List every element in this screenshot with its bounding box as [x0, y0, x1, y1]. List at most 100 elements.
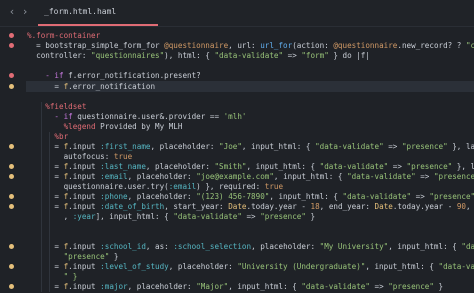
- code-token: true: [264, 182, 284, 191]
- code-token: "Joe": [219, 142, 242, 151]
- code-line[interactable]: %fieldset: [27, 102, 86, 112]
- warning-marker-icon[interactable]: [9, 284, 14, 289]
- code-token: =>: [369, 282, 389, 291]
- code-token: , placeholder:: [127, 172, 197, 181]
- code-line[interactable]: = f.input :phone, placeholder: "(123) 45…: [27, 192, 474, 202]
- code-token: =: [27, 192, 64, 201]
- code-line[interactable]: %.form-container: [27, 31, 100, 41]
- code-token: - if: [27, 112, 78, 121]
- code-token: %fieldset: [27, 102, 87, 111]
- code-token: , input_html: {: [365, 262, 439, 271]
- code-token: "(123) 456-7890": [196, 192, 270, 201]
- code-line[interactable]: = f.input :first_name, placeholder: "Joe…: [27, 142, 474, 152]
- error-marker-icon[interactable]: [9, 33, 14, 38]
- code-token: "Smith": [214, 162, 247, 171]
- code-token: .today.year -: [246, 202, 311, 211]
- code-line[interactable]: = f.error_notification: [27, 82, 155, 92]
- code-token: .input: [68, 192, 101, 201]
- code-line[interactable]: - if f.error_notification.present?: [27, 71, 201, 81]
- code-token: 'mlh': [223, 112, 247, 121]
- warning-marker-icon[interactable]: [9, 164, 14, 169]
- code-token: (action:: [292, 41, 334, 50]
- code-token: , placeholder:: [127, 192, 197, 201]
- code-token: .input: [68, 282, 101, 291]
- code-token: "presence": [63, 252, 110, 261]
- code-token: "questionnaires": [91, 51, 165, 60]
- code-token: ,: [228, 41, 238, 50]
- code-token: , start_year:: [164, 202, 229, 211]
- code-token: , placeholder:: [150, 142, 220, 151]
- code-token: "presence": [429, 192, 474, 201]
- code-token: :year: [72, 212, 96, 221]
- code-line[interactable]: %legend Provided by My MLH: [27, 122, 183, 132]
- code-line[interactable]: , :year], input_html: { "data-validate" …: [27, 212, 316, 222]
- code-token: = bootstrap_simple_form_for: [27, 41, 165, 50]
- code-token: }: [433, 282, 444, 291]
- code-token: :last_name: [100, 162, 146, 171]
- code-token: "data-validate": [173, 212, 242, 221]
- code-line[interactable]: " }: [27, 272, 78, 282]
- code-line[interactable]: questionnaire.user.try(:email) }, requir…: [27, 182, 283, 192]
- code-token: , order: [: [466, 202, 471, 211]
- code-token: , placeholder:: [168, 262, 238, 271]
- code-token: =>: [388, 162, 407, 171]
- code-line[interactable]: = bootstrap_simple_form_for @questionnai…: [27, 41, 474, 51]
- code-token: "data-validate": [347, 172, 416, 181]
- warning-marker-icon[interactable]: [9, 174, 14, 179]
- code-token: , placeholder:: [127, 282, 197, 291]
- tab-bar: ‹ › _form.html.haml: [0, 0, 474, 27]
- code-token: =: [27, 142, 64, 151]
- code-line[interactable]: = f.input :date_of_birth, start_year: Da…: [27, 202, 474, 212]
- code-token: "data-validate": [342, 192, 412, 201]
- code-line[interactable]: = f.input :last_name, placeholder: "Smit…: [27, 162, 474, 172]
- code-token: .new_record? ?: [397, 41, 466, 50]
- code-line[interactable]: controller: "questionnaires"), html: { "…: [27, 51, 370, 61]
- code-token: @questionnaire: [333, 41, 398, 50]
- code-editor[interactable]: %.form-container = bootstrap_simple_form…: [27, 26, 474, 293]
- warning-marker-icon[interactable]: [9, 264, 14, 269]
- code-token: "presence": [401, 142, 448, 151]
- code-token: .input: [68, 172, 101, 181]
- code-token: , input_html: {: [269, 192, 343, 201]
- code-token: =: [27, 172, 64, 181]
- code-token: url_for: [255, 41, 293, 50]
- code-token: url:: [237, 41, 256, 50]
- error-marker-icon[interactable]: [9, 73, 14, 78]
- code-token: =: [27, 282, 64, 291]
- code-line[interactable]: = f.input :school_id, as: :school_select…: [27, 242, 474, 252]
- chevron-right-icon[interactable]: ›: [19, 6, 31, 18]
- code-token: :major: [100, 282, 128, 291]
- code-token: =: [27, 262, 64, 271]
- code-token: :school_selection: [173, 242, 252, 251]
- code-token: }: [109, 252, 119, 261]
- code-line[interactable]: - if questionnaire.user&.provider == 'ml…: [27, 112, 246, 122]
- code-token: :email: [100, 172, 128, 181]
- code-token: "data-validate": [319, 162, 389, 171]
- code-token: =: [27, 242, 64, 251]
- code-token: .provider ==: [164, 112, 224, 121]
- code-token: =: [27, 82, 64, 91]
- warning-marker-icon[interactable]: [9, 194, 14, 199]
- warning-marker-icon[interactable]: [9, 244, 14, 249]
- code-token: "Major": [196, 282, 229, 291]
- code-token: :first_name: [100, 142, 151, 151]
- code-line[interactable]: = f.input :major, placeholder: "Major", …: [27, 282, 443, 292]
- warning-marker-icon[interactable]: [9, 144, 14, 149]
- warning-marker-icon[interactable]: [9, 84, 14, 89]
- code-token: , input_html: {: [241, 142, 316, 151]
- warning-marker-icon[interactable]: [9, 204, 14, 209]
- chevron-left-icon[interactable]: ‹: [6, 6, 18, 18]
- code-token: :level_of_study: [100, 262, 169, 271]
- code-line[interactable]: = f.input :email, placeholder: "joe@exam…: [27, 172, 474, 182]
- code-token: .error_notification.present?: [72, 71, 201, 80]
- code-token: .input: [68, 262, 101, 271]
- tab-form-html-haml[interactable]: _form.html.haml: [38, 0, 158, 26]
- code-line[interactable]: autofocus: true: [27, 152, 133, 162]
- code-token: =>: [411, 192, 430, 201]
- editor-window: ‹ › _form.html.haml %.form-container = b…: [0, 0, 474, 293]
- error-marker-icon[interactable]: [9, 43, 14, 48]
- code-token: =>: [241, 212, 261, 221]
- code-token: ], input_html: {: [95, 212, 174, 221]
- code-line[interactable]: %br: [27, 132, 68, 142]
- code-line[interactable]: = f.input :level_of_study, placeholder: …: [27, 262, 474, 272]
